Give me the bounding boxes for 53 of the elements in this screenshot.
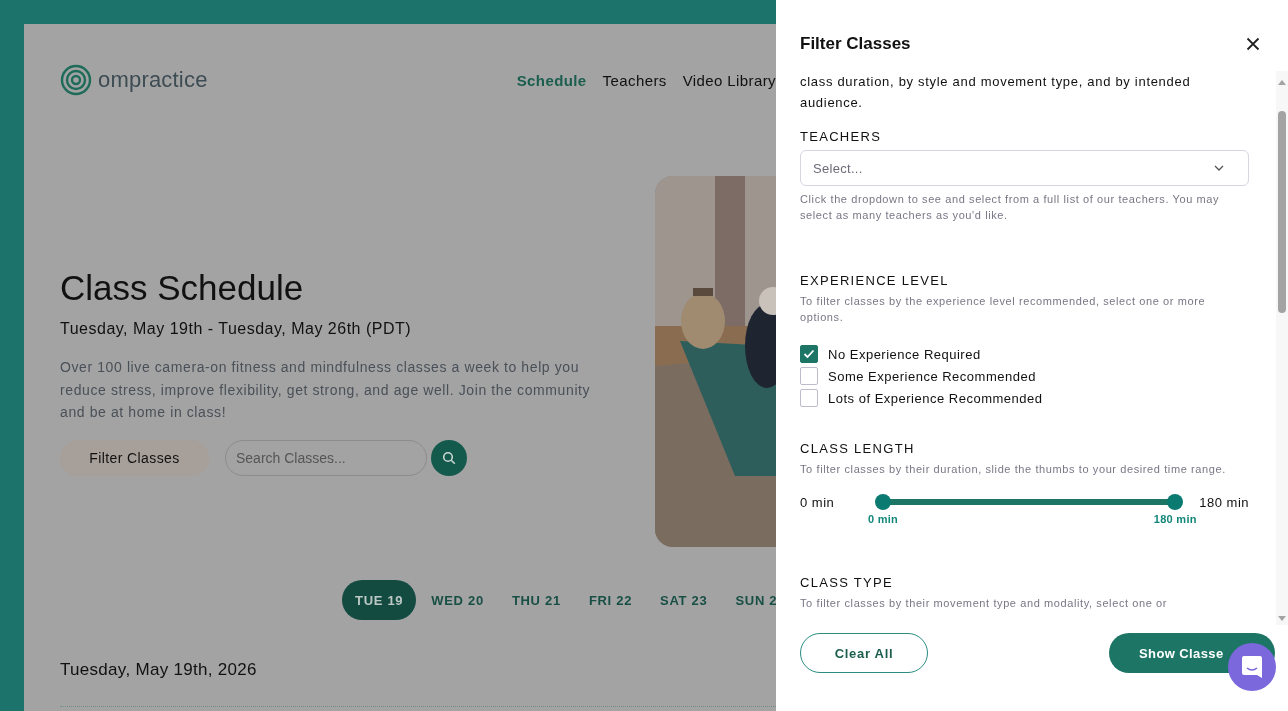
day-tab[interactable]: SAT 23	[647, 580, 721, 620]
clear-all-button[interactable]: Clear All	[800, 633, 928, 673]
scroll-down-icon	[1278, 616, 1286, 621]
section-heading: CLASS LENGTH	[800, 441, 916, 456]
page-title: Class Schedule	[60, 268, 305, 308]
check-icon	[803, 349, 815, 359]
scroll-up-icon	[1278, 80, 1286, 85]
day-heading: Tuesday, May 19th, 2026	[60, 660, 258, 680]
thumb-value: 0 min	[867, 513, 899, 525]
checkbox-label: Some Experience Recommended	[828, 368, 1036, 384]
slider-thumb[interactable]	[1167, 494, 1184, 510]
day-tab[interactable]: SUN 2	[722, 580, 776, 620]
checkbox[interactable]	[800, 345, 818, 363]
search-button[interactable]	[431, 439, 467, 476]
checkbox[interactable]	[800, 367, 818, 385]
filter-classes-button[interactable]: Filter Classes	[60, 439, 209, 476]
section-heading: EXPERIENCE LEVEL	[800, 273, 950, 288]
nav-link[interactable]: Schedule	[516, 71, 587, 89]
scrollbar-thumb[interactable]	[1278, 111, 1286, 313]
range-min-label: 0 min	[800, 494, 836, 510]
nav-link[interactable]: Teachers	[602, 71, 667, 89]
chat-button[interactable]	[1228, 643, 1276, 691]
teacher-select[interactable]: Select...	[800, 150, 1249, 186]
search-icon	[442, 450, 456, 465]
checkbox-label: Lots of Experience Recommended	[828, 390, 1043, 406]
logo-text[interactable]: ompractice	[98, 67, 208, 93]
chevron-down-icon	[1214, 165, 1224, 171]
close-icon	[1246, 37, 1260, 51]
day-tab[interactable]: WED 20	[418, 580, 497, 620]
close-button[interactable]	[1246, 37, 1260, 51]
search-field[interactable]: Search Classes...	[225, 439, 427, 476]
checkbox[interactable]	[800, 389, 818, 407]
help-text: Click the dropdown to see and select from a full list of our teachers. You may select as many teachers as you'd like.	[800, 192, 1221, 223]
day-tab[interactable]: FRI 22	[575, 580, 646, 620]
nav-link[interactable]: Video Library	[682, 71, 776, 89]
day-tab[interactable]: TUE 19	[342, 580, 417, 620]
chat-icon	[1241, 655, 1263, 679]
section-heading: CLASS TYPE	[800, 575, 894, 590]
help-text: To filter classes by their duration, slide the thumbs to your desired time range.	[800, 462, 1227, 477]
description: Over 100 live camera-on fitness and mindfulness classes a week to help you reduce stress, improve flexibility, get strong, and age well. Join the community and be at home in class!	[60, 358, 592, 422]
logo-icon	[60, 64, 92, 96]
slider-thumb[interactable]	[875, 494, 891, 510]
thumb-value: 180 min	[1153, 513, 1197, 525]
section-heading: TEACHERS	[800, 129, 883, 144]
range-max-label: 180 min	[1199, 494, 1249, 510]
drawer-title: Filter Classes	[800, 34, 911, 54]
help-text: To filter classes by the experience level recommended, select one or more options.	[800, 294, 1207, 325]
help-text: To filter classes by their movement type and modality, select one or	[800, 596, 1169, 611]
day-tab[interactable]: THU 21	[498, 580, 574, 620]
date-range: Tuesday, May 19th - Tuesday, May 26th (PDT)	[60, 320, 413, 338]
scrollbar[interactable]	[1276, 71, 1288, 625]
checkbox-label: No Experience Required	[828, 346, 981, 362]
intro-text: class duration, by style and movement type, and by intended audience.	[800, 73, 1192, 112]
